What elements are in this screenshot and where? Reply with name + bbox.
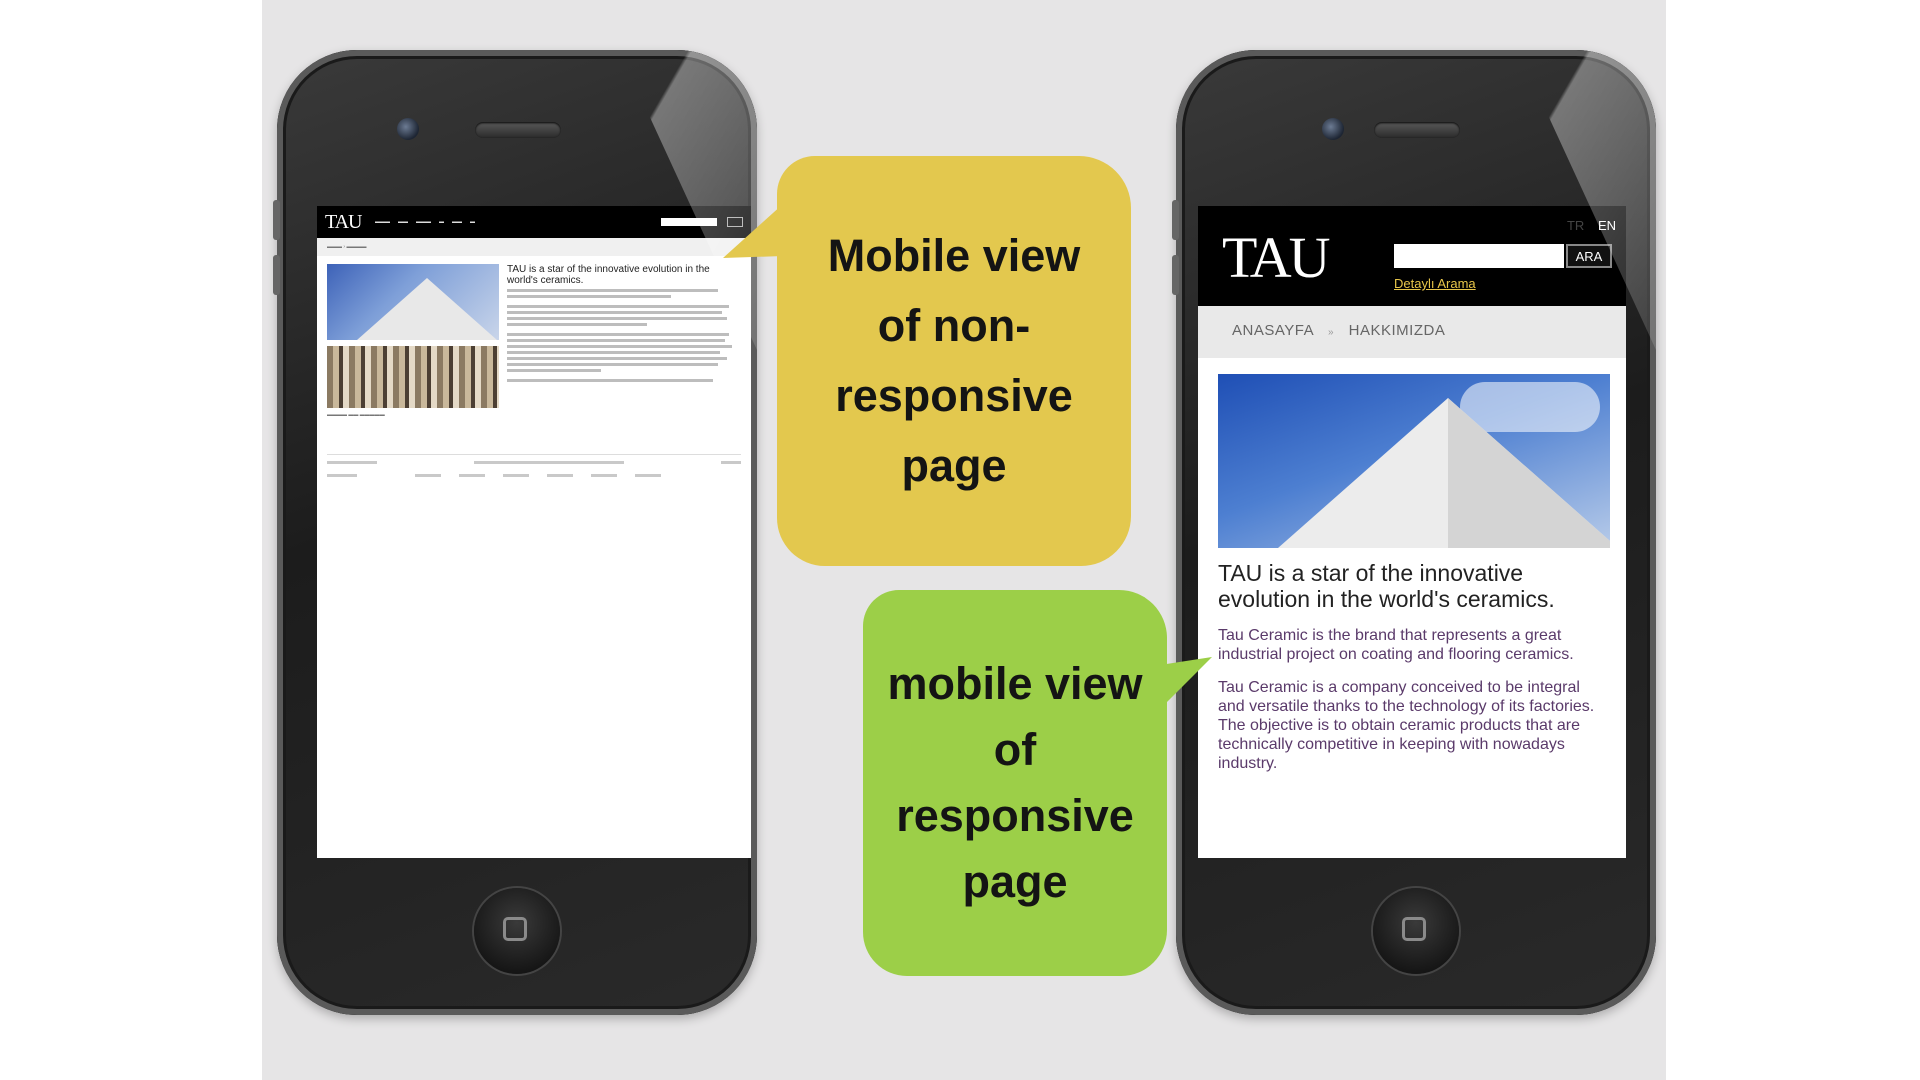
nav-item[interactable]: ▬▬ bbox=[398, 219, 408, 225]
home-button[interactable] bbox=[1373, 888, 1459, 974]
front-camera-icon bbox=[1322, 118, 1344, 140]
image-column: ▬▬▬▬ ▬▬ ▬▬▬▬▬ bbox=[327, 264, 499, 418]
main-nav: ▬▬▬ ▬▬ ▬▬▬ ▬ ▬▬ ▬ bbox=[375, 219, 651, 225]
volume-button bbox=[1172, 200, 1179, 240]
site-header: TAU ▬▬▬ ▬▬ ▬▬▬ ▬ ▬▬ ▬ bbox=[317, 206, 751, 238]
text-line bbox=[507, 357, 727, 360]
text-line bbox=[507, 317, 727, 320]
text-line bbox=[507, 295, 671, 298]
text-line bbox=[507, 289, 718, 292]
text-line bbox=[507, 323, 648, 326]
text-line bbox=[507, 379, 713, 382]
nav-item[interactable]: ▬ bbox=[439, 219, 444, 225]
page-title: TAU is a star of the innovative evolutio… bbox=[1218, 560, 1555, 612]
text-column: TAU is a star of the innovative evolutio… bbox=[507, 264, 741, 418]
image-caption: ▬▬▬▬ ▬▬ ▬▬▬▬▬ bbox=[327, 412, 385, 418]
page-content: ▬▬▬▬ ▬▬ ▬▬▬▬▬ TAU is a star of the innov… bbox=[317, 256, 751, 426]
screen-responsive: TAU TR EN ARA Detaylı Arama ANASAYFA » H… bbox=[1198, 206, 1626, 858]
breadcrumb-current: HAKKIMIZDA bbox=[1348, 322, 1446, 339]
company-paragraph: Tau Ceramic is a company conceived to be… bbox=[1218, 679, 1595, 772]
breadcrumb-home[interactable]: ANASAYFA bbox=[1232, 322, 1313, 339]
footer-links bbox=[327, 474, 741, 477]
text-line bbox=[507, 369, 601, 372]
text-line bbox=[507, 339, 725, 342]
intro-paragraph: Tau Ceramic is the brand that represents… bbox=[1218, 627, 1574, 663]
site-logo[interactable]: TAU bbox=[325, 211, 365, 234]
lang-tr-link[interactable]: TR bbox=[1567, 218, 1584, 233]
breadcrumb: ▬▬▬ › ▬▬▬▬ bbox=[317, 238, 751, 256]
breadcrumb-separator: » bbox=[1327, 327, 1334, 338]
volume-button bbox=[273, 200, 280, 240]
text-line bbox=[507, 345, 732, 348]
products-photo bbox=[327, 346, 499, 408]
screen-non-responsive: TAU ▬▬▬ ▬▬ ▬▬▬ ▬ ▬▬ ▬ ▬▬▬ › ▬▬▬▬ ▬▬▬▬ ▬▬… bbox=[317, 206, 751, 858]
text-line bbox=[507, 305, 730, 308]
text-line bbox=[507, 351, 720, 354]
advanced-search-link[interactable]: Detaylı Arama bbox=[1394, 276, 1476, 291]
nav-item[interactable]: ▬▬▬ bbox=[416, 219, 431, 225]
volume-button bbox=[1172, 255, 1179, 295]
nav-item[interactable]: ▬▬▬ bbox=[375, 219, 390, 225]
callout-text: Mobile view of non-responsive page bbox=[827, 230, 1081, 491]
home-button[interactable] bbox=[474, 888, 560, 974]
earpiece-speaker bbox=[1374, 122, 1460, 138]
callout-text: mobile view of responsive page bbox=[887, 658, 1143, 907]
footer-top bbox=[327, 454, 741, 464]
volume-button bbox=[273, 255, 280, 295]
building-photo bbox=[1218, 374, 1610, 548]
site-logo[interactable]: TAU bbox=[1222, 224, 1331, 291]
search-button[interactable]: ARA bbox=[1566, 244, 1612, 268]
earpiece-speaker bbox=[475, 122, 561, 138]
callout-non-responsive: Mobile view of non-responsive page bbox=[777, 156, 1131, 566]
text-line bbox=[507, 333, 730, 336]
nav-item[interactable]: ▬▬ bbox=[452, 219, 462, 225]
phone-left: TAU ▬▬▬ ▬▬ ▬▬▬ ▬ ▬▬ ▬ ▬▬▬ › ▬▬▬▬ ▬▬▬▬ ▬▬… bbox=[273, 50, 757, 1015]
site-header: TAU TR EN ARA Detaylı Arama bbox=[1198, 206, 1626, 306]
page-title: TAU is a star of the innovative evolutio… bbox=[507, 264, 710, 286]
building-photo bbox=[327, 264, 499, 340]
search-input[interactable] bbox=[1394, 244, 1564, 268]
text-line bbox=[507, 363, 718, 366]
text-line bbox=[507, 311, 723, 314]
breadcrumb: ANASAYFA » HAKKIMIZDA bbox=[1198, 306, 1626, 358]
nav-item[interactable]: ▬ bbox=[470, 219, 475, 225]
callout-responsive: mobile view of responsive page bbox=[863, 590, 1167, 976]
front-camera-icon bbox=[397, 118, 419, 140]
phone-right: TAU TR EN ARA Detaylı Arama ANASAYFA » H… bbox=[1172, 50, 1656, 1015]
